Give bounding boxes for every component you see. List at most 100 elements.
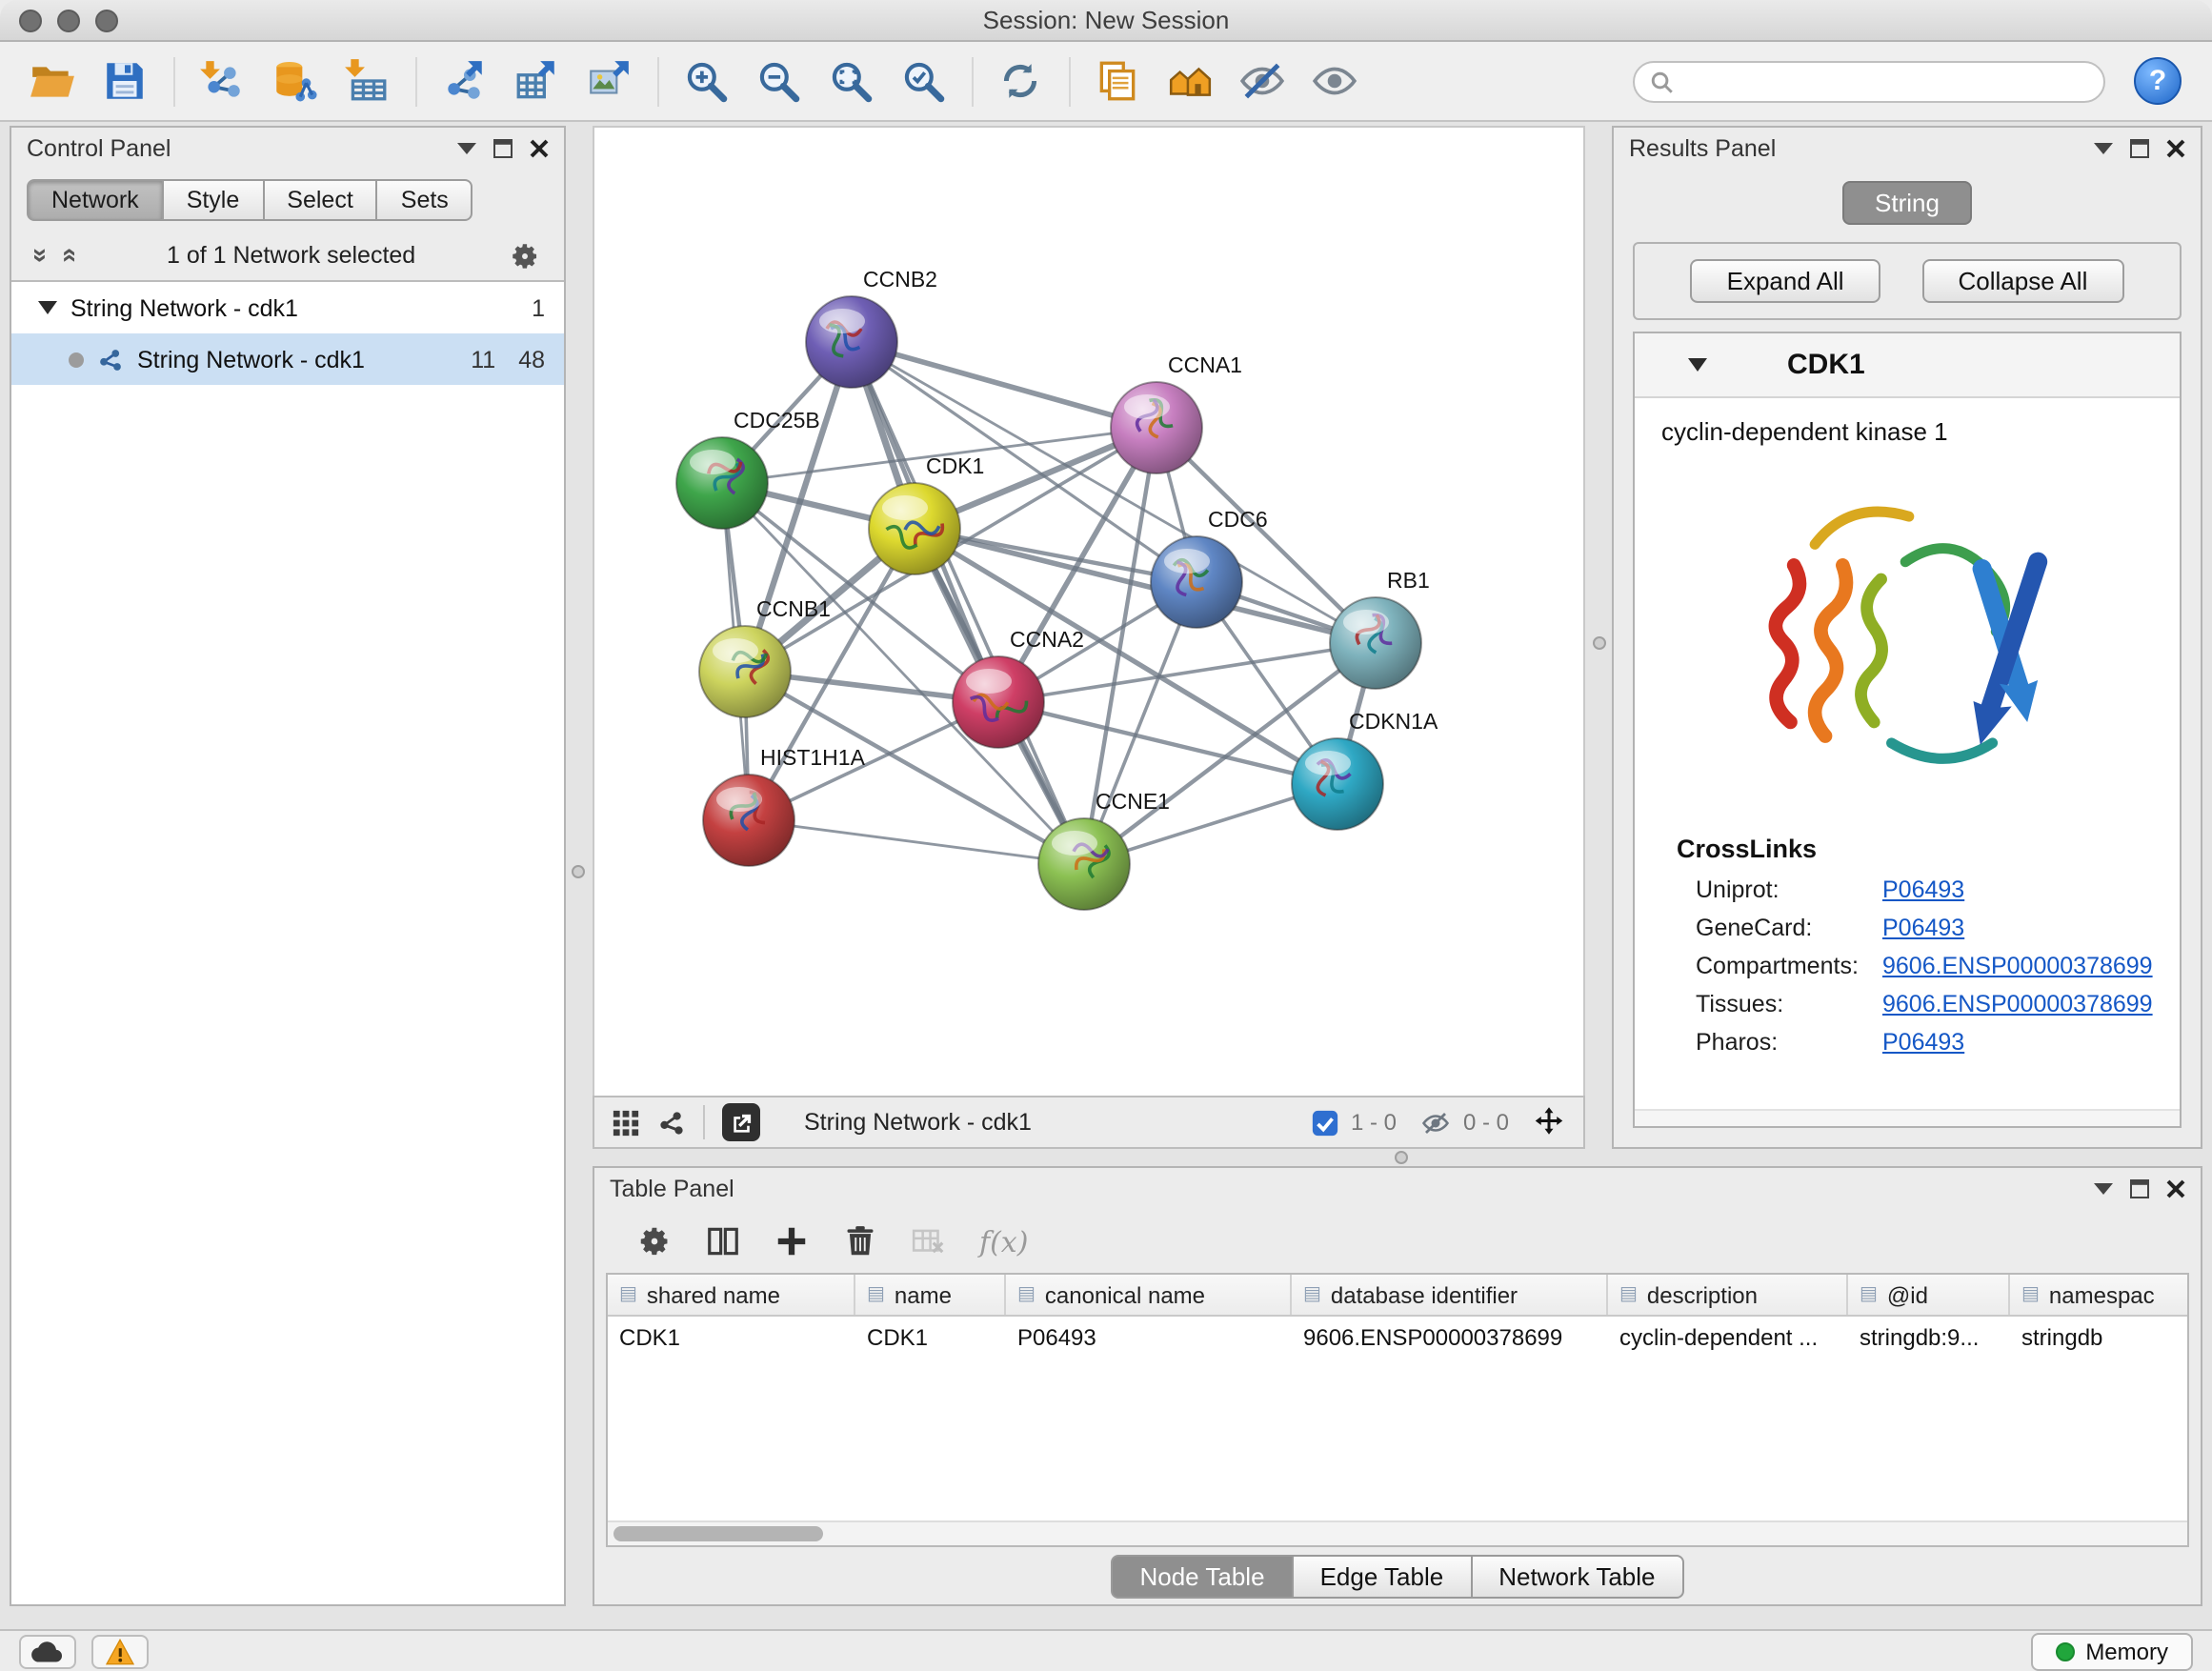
table-settings-button[interactable] — [636, 1223, 673, 1259]
table-panel: Table Panel f — [593, 1166, 2202, 1606]
copy-document-button[interactable] — [1088, 52, 1145, 110]
panel-menu-icon[interactable] — [2094, 143, 2113, 154]
disclosure-triangle-icon[interactable] — [38, 301, 57, 314]
panel-close-icon[interactable] — [530, 139, 549, 158]
column-header-shared-name[interactable]: ▤shared name — [608, 1275, 855, 1315]
import-network-database-button[interactable] — [265, 52, 322, 110]
apply-layout-button[interactable] — [991, 52, 1048, 110]
delete-column-button[interactable] — [842, 1223, 878, 1259]
close-window-button[interactable] — [19, 10, 42, 32]
help-button[interactable]: ? — [2134, 57, 2182, 105]
tab-style[interactable]: Style — [162, 179, 265, 221]
zoom-fit-button[interactable] — [821, 52, 878, 110]
panel-menu-icon[interactable] — [457, 143, 476, 154]
expand-all-button[interactable]: Expand All — [1691, 259, 1880, 303]
network-node-CDKN1A[interactable]: CDKN1A — [1292, 709, 1438, 830]
disclosure-triangle-icon[interactable] — [1688, 358, 1707, 372]
zoom-selected-button[interactable] — [894, 52, 951, 110]
new-network-button[interactable] — [434, 52, 492, 110]
tab-sets[interactable]: Sets — [376, 179, 473, 221]
expand-all-icon[interactable]: » — [52, 248, 79, 263]
search-box[interactable] — [1633, 61, 2105, 103]
table-cell[interactable]: CDK1 — [855, 1317, 1006, 1359]
add-column-button[interactable] — [774, 1223, 810, 1259]
scrollbar-thumb[interactable] — [613, 1526, 823, 1541]
panel-close-icon[interactable] — [2166, 139, 2185, 158]
crosslink-link[interactable]: P06493 — [1882, 915, 1964, 941]
open-session-button[interactable] — [23, 52, 80, 110]
table-cell[interactable]: CDK1 — [608, 1317, 855, 1359]
tab-node-table[interactable]: Node Table — [1111, 1554, 1293, 1598]
panel-float-icon[interactable] — [2130, 139, 2149, 158]
vertical-splitter-handle[interactable] — [1593, 636, 1606, 650]
network-row[interactable]: String Network - cdk1 11 48 — [11, 333, 564, 385]
panel-menu-icon[interactable] — [2094, 1183, 2113, 1195]
apply-function-button[interactable]: f(x) — [979, 1224, 1028, 1258]
hidden-eye-icon[interactable] — [1419, 1108, 1452, 1137]
network-node-HIST1H1A[interactable]: HIST1H1A — [703, 745, 866, 866]
results-scrollbar[interactable] — [1635, 1109, 2180, 1126]
panel-close-icon[interactable] — [2166, 1179, 2185, 1198]
network-collection-row[interactable]: String Network - cdk1 1 — [11, 282, 564, 333]
network-grid-view-icon[interactable] — [612, 1108, 640, 1137]
tab-string[interactable]: String — [1842, 181, 1972, 225]
pan-crosshair-icon[interactable] — [1532, 1105, 1566, 1139]
export-image-button[interactable] — [579, 52, 636, 110]
column-header-description[interactable]: ▤description — [1608, 1275, 1848, 1315]
tab-network[interactable]: Network — [27, 179, 164, 221]
show-all-button[interactable] — [1305, 52, 1362, 110]
show-columns-button[interactable] — [705, 1223, 741, 1259]
column-header-database-identifier[interactable]: ▤database identifier — [1292, 1275, 1608, 1315]
tab-edge-table[interactable]: Edge Table — [1292, 1554, 1473, 1598]
network-node-CDK1[interactable]: CDK1 — [869, 453, 984, 574]
zoom-in-button[interactable] — [676, 52, 734, 110]
new-table-button[interactable] — [507, 52, 564, 110]
table-hscrollbar[interactable] — [608, 1520, 2187, 1545]
panel-float-icon[interactable] — [493, 139, 513, 158]
gear-icon[interactable] — [509, 239, 541, 272]
cloud-button[interactable] — [19, 1634, 76, 1668]
save-session-button[interactable] — [95, 52, 152, 110]
column-header-name[interactable]: ▤name — [855, 1275, 1006, 1315]
column-header-namespac[interactable]: ▤namespac — [2010, 1275, 2187, 1315]
minimize-window-button[interactable] — [57, 10, 80, 32]
column-header--id[interactable]: ▤@id — [1848, 1275, 2010, 1315]
tab-select[interactable]: Select — [262, 179, 378, 221]
network-node-CCNA1[interactable]: CCNA1 — [1111, 352, 1242, 473]
first-neighbors-button[interactable] — [1160, 52, 1217, 110]
trash-icon — [842, 1223, 878, 1259]
zoom-out-button[interactable] — [749, 52, 806, 110]
panel-float-icon[interactable] — [2130, 1179, 2149, 1198]
column-header-canonical-name[interactable]: ▤canonical name — [1006, 1275, 1292, 1315]
selected-checkbox-icon[interactable] — [1311, 1108, 1339, 1137]
network-node-CCNB2[interactable]: CCNB2 — [806, 267, 937, 388]
crosslink-link[interactable]: P06493 — [1882, 876, 1964, 903]
collapse-all-button[interactable]: Collapse All — [1922, 259, 2124, 303]
table-cell[interactable]: 9606.ENSP00000378699 — [1292, 1317, 1608, 1359]
table-row[interactable]: CDK1CDK1P064939606.ENSP00000378699cyclin… — [608, 1317, 2187, 1359]
table-cell[interactable]: cyclin-dependent ... — [1608, 1317, 1848, 1359]
search-input[interactable] — [1686, 69, 2088, 95]
protein-section-header[interactable]: CDK1 — [1635, 333, 2180, 398]
crosslink-link[interactable]: 9606.ENSP00000378699 — [1882, 991, 2153, 1017]
tab-network-table[interactable]: Network Table — [1470, 1554, 1683, 1598]
network-share-icon[interactable] — [657, 1108, 686, 1137]
crosslink-link[interactable]: 9606.ENSP00000378699 — [1882, 953, 2153, 979]
network-node-RB1[interactable]: RB1 — [1330, 568, 1430, 689]
import-table-icon — [342, 57, 390, 105]
table-cell[interactable]: stringdb:9... — [1848, 1317, 2010, 1359]
hide-selected-button[interactable] — [1233, 52, 1290, 110]
detach-view-button[interactable] — [722, 1103, 760, 1141]
zoom-window-button[interactable] — [95, 10, 118, 32]
network-node-CCNB1[interactable]: CCNB1 — [699, 596, 831, 717]
memory-button[interactable]: Memory — [2030, 1632, 2193, 1670]
table-cell[interactable]: P06493 — [1006, 1317, 1292, 1359]
crosslink-link[interactable]: P06493 — [1882, 1029, 1964, 1056]
import-table-file-button[interactable] — [337, 52, 394, 110]
import-network-file-button[interactable] — [192, 52, 250, 110]
horizontal-splitter-handle[interactable] — [1395, 1151, 1408, 1164]
vertical-splitter-handle[interactable] — [572, 865, 585, 878]
warning-button[interactable] — [91, 1634, 149, 1668]
table-cell[interactable]: stringdb — [2010, 1317, 2187, 1359]
network-canvas[interactable]: CCNB2CCNA1CDC25BCDK1CDC6RB1CCNB1CCNA2CDK… — [593, 126, 1585, 1096]
